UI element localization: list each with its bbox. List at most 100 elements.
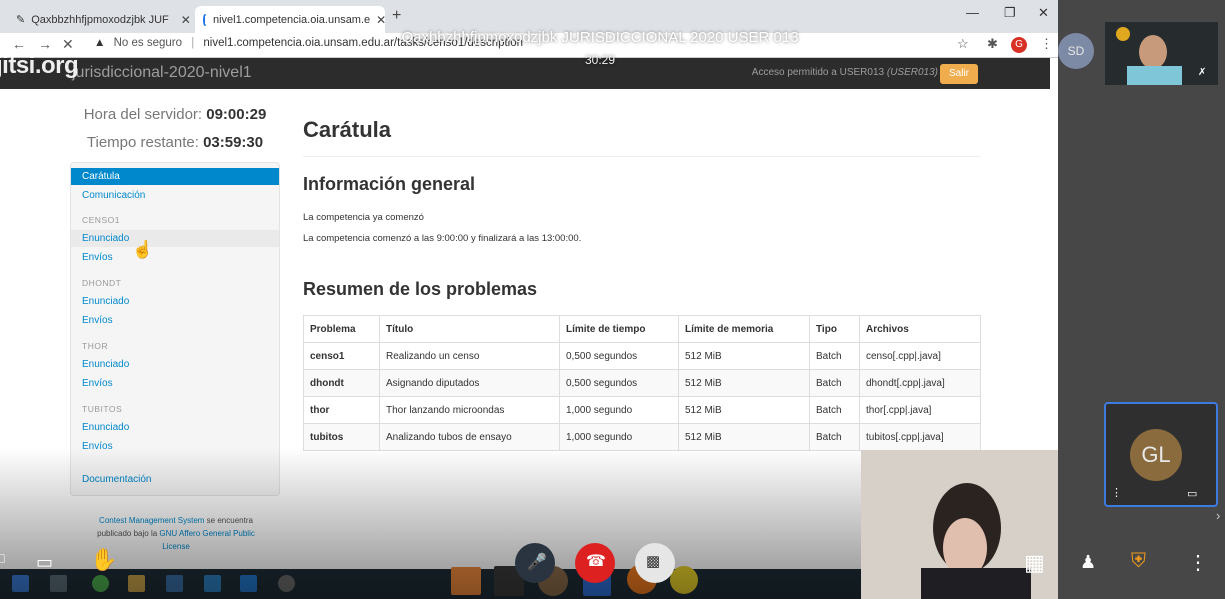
remaining-time-label: Tiempo restante: (86, 134, 199, 151)
problem-name: thor (303, 396, 380, 424)
browser-menu-icon[interactable]: ⋮ (1040, 36, 1053, 52)
store-taskbar-icon[interactable] (128, 575, 145, 592)
footer-cms-link[interactable]: Contest Management System (99, 516, 204, 525)
bookmark-star-icon[interactable]: ☆ (957, 36, 969, 52)
tile-view-icon[interactable]: ▦ (1024, 550, 1045, 576)
problem-type: Batch (809, 342, 860, 370)
problem-time-limit: 1,000 segundo (559, 396, 679, 424)
title-divider (303, 156, 981, 157)
profile-avatar[interactable]: G (1011, 37, 1027, 53)
problem-title: Asignando diputados (379, 369, 560, 397)
server-time-value: 09:00:29 (206, 106, 267, 123)
contest-schedule-text: La competencia comenzó a las 9:00:00 y f… (303, 233, 582, 244)
sidebar-item-thor-statement[interactable]: Enunciado (71, 356, 279, 373)
problem-name: dhondt (303, 369, 380, 397)
tab-title: nivel1.competencia.oia.unsam.e (213, 13, 371, 26)
screenshare-icon[interactable]: ▭ (36, 552, 53, 573)
column-header: Límite de tiempo (559, 315, 679, 343)
column-header: Tipo (809, 315, 860, 343)
self-video-icon (861, 450, 1058, 599)
sidebar-header-tubitos: TUBITOS (82, 404, 123, 414)
sidebar-item-censo1-statement[interactable]: Enunciado (71, 230, 279, 247)
mic-off-icon: 🎤 (527, 554, 547, 571)
sidebar-item-censo1-submissions[interactable]: Envíos (71, 249, 279, 266)
new-tab-icon[interactable]: + (392, 7, 401, 25)
sidebar-item-tubitos-submissions[interactable]: Envíos (71, 438, 279, 455)
minimize-icon[interactable]: — (966, 5, 979, 20)
sidebar-header-thor: THOR (82, 341, 109, 351)
problem-files: tubitos[.cpp|.java] (859, 423, 981, 451)
access-text: Acceso permitido a USER013 (751, 67, 885, 78)
local-video-preview[interactable] (861, 450, 1058, 599)
sidebar-item-tubitos-statement[interactable]: Enunciado (71, 419, 279, 436)
chrome-taskbar-icon[interactable] (92, 575, 109, 592)
forward-icon[interactable]: → (38, 36, 52, 52)
sidebar-header-dhondt: DHONDT (82, 278, 122, 288)
problem-name: tubitos (303, 423, 380, 451)
avatar-sd[interactable]: SD (1058, 33, 1094, 69)
problem-time-limit: 0,500 segundos (559, 369, 679, 397)
problem-title: Thor lanzando microondas (379, 396, 560, 424)
disc-dock-icon[interactable] (670, 566, 698, 594)
problem-title: Realizando un censo (379, 342, 560, 370)
remaining-time-value: 03:59:30 (203, 134, 264, 151)
sidebar-item-overview[interactable]: Carátula (71, 168, 279, 185)
logout-button[interactable]: Salir (940, 64, 978, 84)
screen: ✎ Qaxbbzhhfjpmoxodzjbk JUF ✕ nivel1.comp… (0, 0, 1225, 599)
hangup-button[interactable]: ☎ (575, 543, 615, 583)
security-shield-icon[interactable]: ⛨ (1131, 550, 1146, 573)
mail-taskbar-icon[interactable] (204, 575, 221, 592)
sidebar-item-thor-submissions[interactable]: Envíos (71, 375, 279, 392)
close-tab-icon[interactable]: ✕ (181, 13, 191, 27)
footer-license-link[interactable]: GNU Affero General Public (159, 529, 254, 538)
filmstrip-toggle-icon[interactable]: › (1216, 508, 1220, 523)
tab-title: Qaxbbzhhfjpmoxodzjbk JUF (31, 13, 169, 26)
phone-icon: ☎ (586, 553, 606, 570)
problem-type: Batch (809, 396, 860, 424)
table-row: censo1 Realizando un censo 0,500 segundo… (303, 342, 981, 370)
back-icon[interactable]: ← (12, 36, 26, 52)
more-options-icon[interactable]: ⋮ (1188, 550, 1208, 575)
obs-taskbar-icon[interactable] (278, 575, 295, 592)
footer-license-link-2[interactable]: License (162, 542, 190, 551)
sidebar-item-dhondt-submissions[interactable]: Envíos (71, 312, 279, 329)
sidebar-header-censo1: CENSO1 (82, 215, 120, 225)
extensions-icon[interactable]: ✱ (987, 36, 998, 52)
problem-memory-limit: 512 MiB (678, 369, 810, 397)
task-view-icon[interactable] (50, 575, 67, 592)
files-dock-icon[interactable] (451, 567, 481, 595)
mute-mic-button[interactable]: 🎤 (515, 543, 555, 583)
column-header: Archivos (859, 315, 981, 343)
server-time-label: Hora del servidor: (83, 106, 203, 123)
close-tab-icon[interactable]: ✕ (376, 13, 385, 27)
sidebar-item-communication[interactable]: Comunicación (71, 187, 279, 204)
stop-loading-icon[interactable]: ✕ (62, 36, 74, 53)
problem-title: Analizando tubos de ensayo (379, 423, 560, 451)
access-info: Acceso permitido a USER013 (USER013) (752, 67, 938, 78)
close-window-icon[interactable]: ✕ (1038, 5, 1049, 21)
sidebar-item-documentation[interactable]: Documentación (71, 471, 279, 488)
windows-start-icon[interactable] (12, 575, 29, 592)
loading-spinner-icon (203, 13, 207, 26)
sidebar-item-dhondt-statement[interactable]: Enunciado (71, 293, 279, 310)
avatar-gl: GL (1130, 429, 1182, 481)
invite-people-icon[interactable]: ♟ (1080, 552, 1096, 573)
remaining-time: Tiempo restante: 03:59:30 (70, 134, 280, 151)
restore-icon[interactable]: ❐ (1004, 5, 1016, 21)
server-time: Hora del servidor: 09:00:29 (70, 106, 280, 123)
url-separator: | (191, 37, 195, 49)
browser-tab-meeting[interactable]: ✎ Qaxbbzhhfjpmoxodzjbk JUF ✕ (8, 6, 194, 33)
contest-name[interactable]: jurisdiccional-2020-nivel1 (72, 64, 252, 82)
raise-hand-icon[interactable]: ✋ (90, 547, 117, 573)
problem-type: Batch (809, 423, 860, 451)
camera-button[interactable]: ▩ (635, 543, 675, 583)
problem-type: Batch (809, 369, 860, 397)
problem-time-limit: 1,000 segundo (559, 423, 679, 451)
muted-mic-icon: ✗ (1198, 67, 1207, 78)
problem-files: dhondt[.cpp|.java] (859, 369, 981, 397)
vscode-taskbar-icon[interactable] (240, 575, 257, 592)
chat-icon[interactable]: □ (0, 550, 4, 566)
tile-menu-icon[interactable]: ⋮ (1111, 486, 1122, 499)
table-row: tubitos Analizando tubos de ensayo 1,000… (303, 423, 981, 451)
explorer-taskbar-icon[interactable] (166, 575, 183, 592)
